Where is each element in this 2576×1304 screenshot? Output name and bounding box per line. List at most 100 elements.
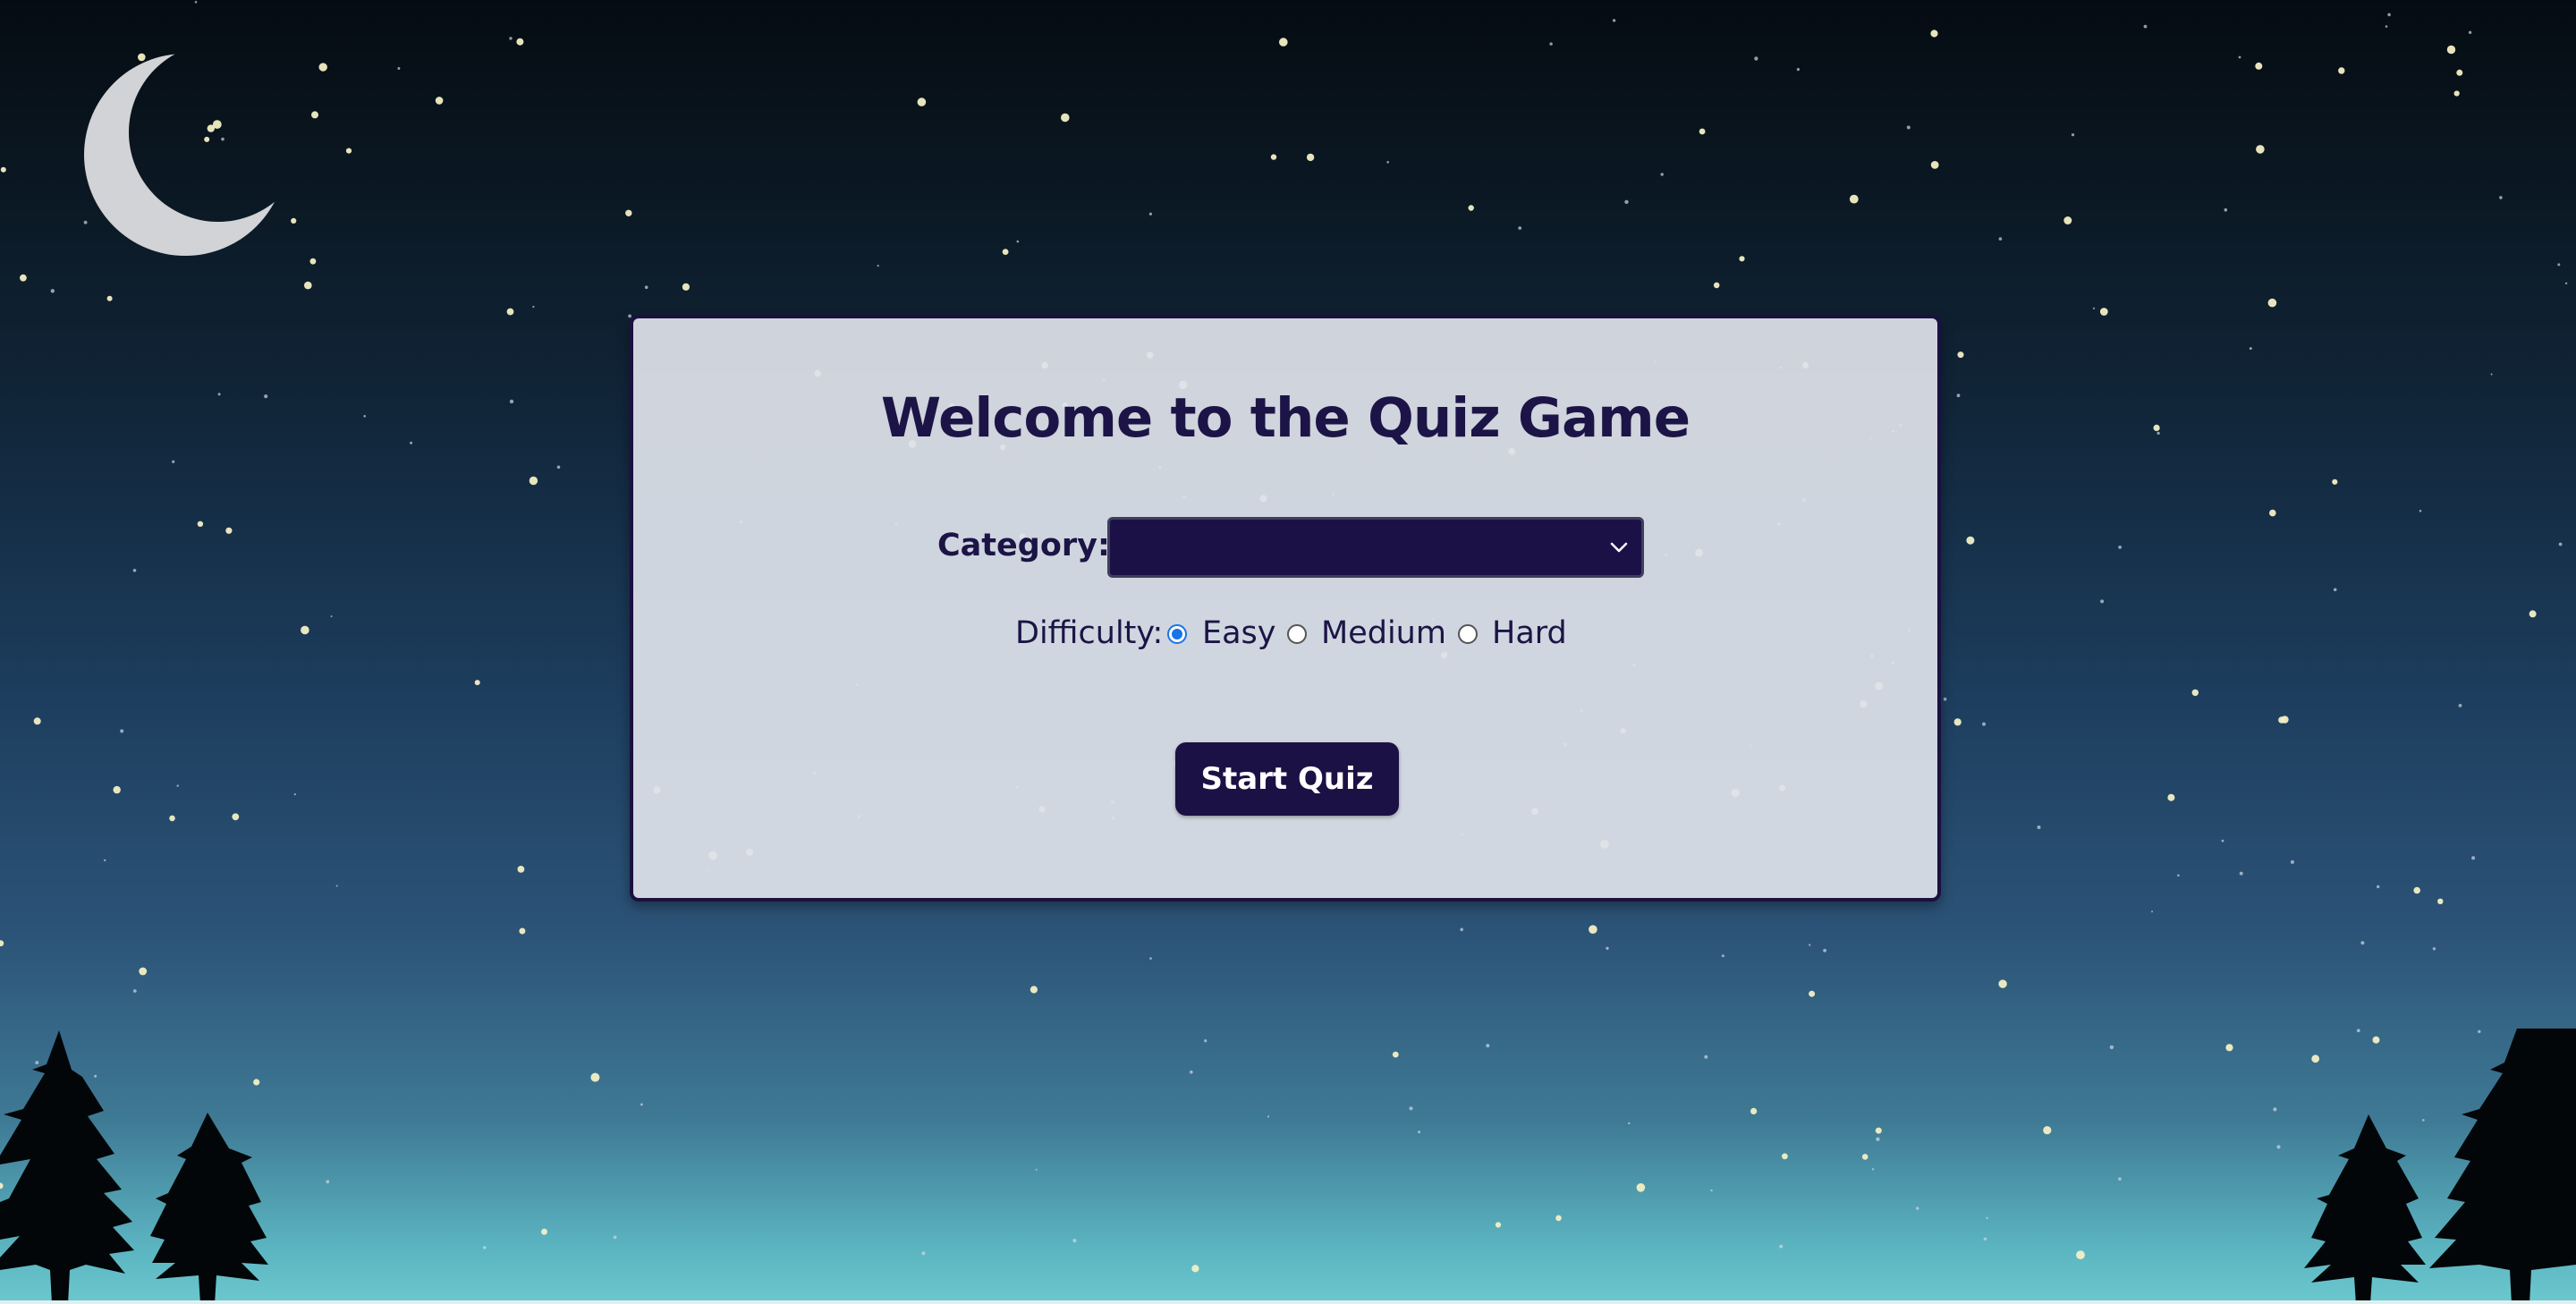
star [1998, 237, 2003, 241]
star [516, 38, 524, 46]
star [1699, 128, 1706, 135]
star [1982, 722, 1986, 726]
star [1754, 56, 1758, 61]
star [35, 1061, 39, 1064]
star [1861, 1154, 1868, 1160]
star [1486, 1044, 1490, 1048]
difficulty-radio-easy[interactable] [1167, 624, 1187, 644]
star [2499, 196, 2503, 199]
star [2255, 62, 2263, 70]
star [1072, 1239, 1077, 1243]
star [2333, 588, 2337, 592]
star [1943, 697, 1947, 701]
difficulty-option-hard[interactable]: Hard [1492, 615, 1567, 651]
star [1953, 718, 1962, 726]
star [70, 1080, 76, 1087]
star [2529, 610, 2537, 618]
star [326, 1180, 330, 1184]
difficulty-option-easy[interactable]: Easy [1202, 615, 1276, 651]
star [1871, 1168, 1875, 1171]
star [309, 258, 317, 265]
star [1809, 990, 1816, 997]
star [1191, 1265, 1199, 1273]
star [2356, 1029, 2360, 1033]
star [2478, 1029, 2481, 1034]
pine-tree-icon [2304, 1114, 2426, 1304]
star [1518, 226, 1522, 230]
difficulty-radio-medium[interactable] [1287, 624, 1307, 644]
star [2387, 13, 2391, 17]
star [1998, 979, 2007, 988]
star [106, 295, 113, 301]
star [2338, 67, 2345, 74]
star [1495, 1222, 1502, 1228]
page-title: Welcome to the Quiz Game [880, 386, 1690, 450]
star [517, 866, 525, 873]
star [2239, 871, 2243, 876]
difficulty-radio-hard[interactable] [1458, 624, 1478, 644]
star [197, 521, 204, 527]
star [113, 785, 121, 794]
star [2385, 25, 2388, 28]
star [1930, 161, 1939, 169]
star [2419, 510, 2422, 512]
star [2118, 546, 2123, 549]
star [253, 1079, 260, 1086]
star [2360, 941, 2365, 945]
star [2238, 55, 2241, 59]
star [2191, 689, 2199, 697]
category-select[interactable] [1107, 517, 1644, 578]
star [2177, 874, 2180, 877]
star [304, 281, 312, 290]
star [2377, 885, 2380, 889]
star [1267, 1115, 1270, 1118]
star [225, 527, 233, 534]
start-quiz-button[interactable]: Start Quiz [1175, 742, 1399, 816]
star [1906, 125, 1911, 130]
star [1710, 1189, 1713, 1192]
star [2276, 1145, 2281, 1149]
star [1809, 944, 1811, 946]
star [1636, 1183, 1646, 1192]
star [2221, 839, 2224, 843]
star [2446, 45, 2456, 55]
star [682, 283, 691, 291]
star [194, 1, 198, 4]
star [172, 460, 175, 463]
star [1061, 113, 1070, 123]
star [1016, 240, 1020, 243]
star [2273, 1107, 2277, 1112]
star [264, 394, 268, 399]
star [2224, 207, 2228, 212]
star [2118, 1177, 2122, 1181]
star [217, 393, 221, 396]
star [2063, 216, 2072, 224]
star [1555, 1215, 1562, 1222]
star [0, 940, 4, 947]
star [2167, 793, 2175, 801]
pine-tree-icon [0, 1030, 134, 1304]
star [132, 989, 137, 993]
star [2256, 145, 2265, 154]
star [2281, 716, 2289, 724]
chevron-down-icon [1610, 542, 1628, 553]
star [644, 285, 648, 290]
pine-tree-icon [150, 1113, 268, 1304]
star [1704, 1054, 1708, 1059]
star [2468, 30, 2472, 34]
star [410, 441, 413, 445]
star [2267, 298, 2277, 308]
star [1660, 173, 1664, 176]
star [1876, 1137, 1880, 1141]
category-label: Category: [937, 528, 1110, 563]
star [1279, 38, 1288, 47]
star [2099, 308, 2108, 316]
star [1589, 925, 1597, 934]
star [590, 1072, 600, 1082]
difficulty-option-medium[interactable]: Medium [1321, 615, 1446, 651]
star [132, 569, 137, 572]
star [169, 815, 175, 822]
star [613, 1235, 617, 1240]
difficulty-row: Difficulty: Easy Medium Hard [633, 614, 1937, 656]
star [2557, 263, 2561, 267]
